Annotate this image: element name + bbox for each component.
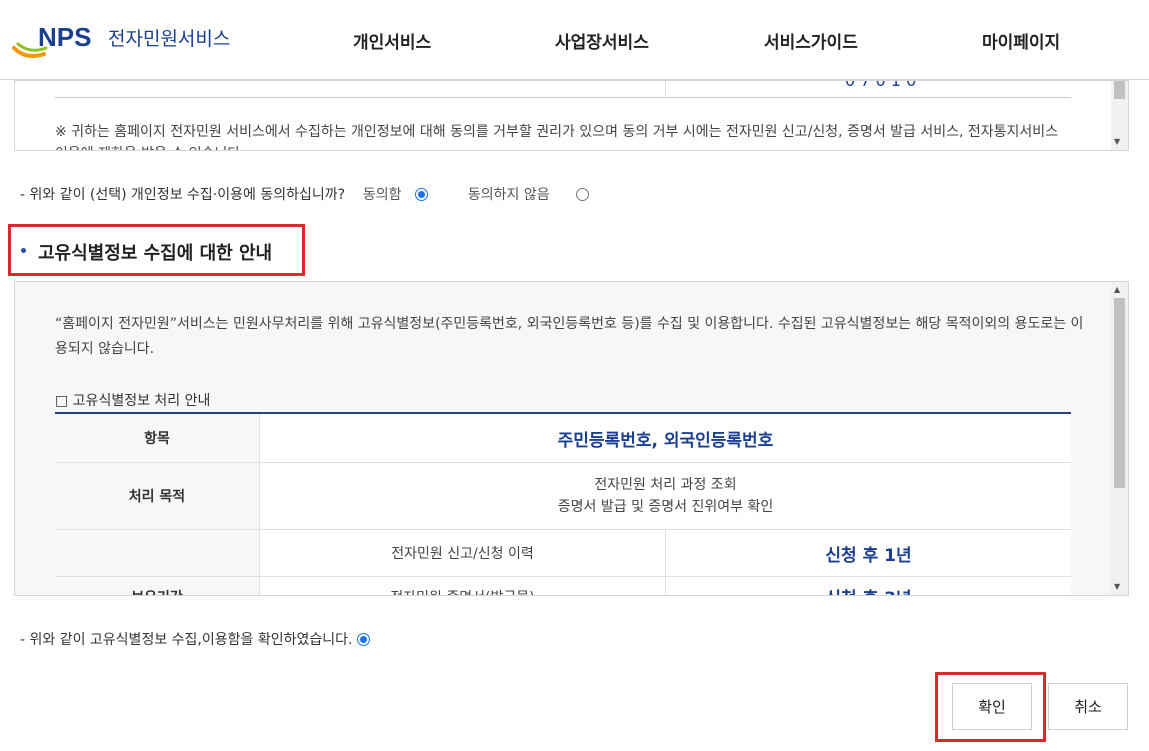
nav-business-service[interactable]: 사업장서비스 xyxy=(555,28,649,53)
confirm-radio[interactable] xyxy=(356,633,370,646)
scroll-up-icon[interactable]: ▲ xyxy=(1114,285,1120,295)
item-value: 주민등록번호, 외국인등록번호 xyxy=(557,430,774,451)
section-heading-highlight: 고유식별정보 수집에 대한 안내 xyxy=(8,224,305,276)
table-caption: □ 고유식별정보 처리 안내 xyxy=(55,393,211,409)
unique-id-info-scrollbox[interactable]: “홈페이지 전자민원”서비스는 민원사무처리를 위해 고유식별정보(주민등록번호… xyxy=(14,281,1129,596)
confirm-question: - 위와 같이 고유식별정보 수집,이용함을 확인하였습니다. xyxy=(20,632,353,648)
item-header: 항목 xyxy=(55,414,259,462)
nps-logo[interactable]: NPS 전자민원서비스 xyxy=(12,20,252,64)
retention-header-cell: 보유기간 xyxy=(55,577,259,596)
section-title: 고유식별정보 수집에 대한 안내 xyxy=(38,243,273,264)
purpose-cell: 전자민원 처리 과정 조회 증명서 발급 및 증명서 진위여부 확인 xyxy=(259,463,1071,529)
agree-radio[interactable] xyxy=(414,188,428,201)
privacy-consent-scrollbox[interactable]: 0 7 0 1 0 ※ 귀하는 홈페이지 전자민원 서비스에서 수집하는 개인정… xyxy=(14,80,1129,151)
scrollbar-thumb[interactable] xyxy=(1114,298,1125,488)
item-cell: 주민등록번호, 외국인등록번호 xyxy=(259,414,1071,462)
table-row: 처리 목적 전자민원 처리 과정 조회 증명서 발급 및 증명서 진위여부 확인 xyxy=(55,463,1071,530)
unique-id-confirm-row: - 위와 같이 고유식별정보 수집,이용함을 확인하였습니다. xyxy=(20,629,370,649)
table-row: 보유기간 전자민원 증명서(발급물) 신청 후 3년 xyxy=(55,577,1071,596)
purpose-line-2: 증명서 발급 및 증명서 진위여부 확인 xyxy=(557,499,774,515)
retention-header-cell xyxy=(55,530,259,576)
retention-period-2: 신청 후 3년 xyxy=(665,577,1071,595)
consent-question: - 위와 같이 (선택) 개인정보 수집·이용에 동의하십니까? xyxy=(20,187,346,203)
logo-service-name: 전자민원서비스 xyxy=(108,28,231,50)
scrollbar-thumb[interactable] xyxy=(1114,81,1125,99)
scroll-down-icon[interactable]: ▼ xyxy=(1114,137,1120,147)
nav-personal-service[interactable]: 개인서비스 xyxy=(353,28,431,53)
scrollbar[interactable]: ▼ xyxy=(1111,81,1128,150)
purpose-header: 처리 목적 xyxy=(55,463,259,529)
cancel-button[interactable]: 취소 xyxy=(1048,683,1128,730)
site-header: NPS 전자민원서비스 개인서비스 사업장서비스 서비스가이드 마이페이지 xyxy=(0,0,1149,80)
bullet-icon xyxy=(21,248,26,253)
retention-period-1: 신청 후 1년 xyxy=(665,530,1071,576)
disagree-radio[interactable] xyxy=(576,188,590,201)
table-row: 전자민원 신고/신청 이력 신청 후 1년 xyxy=(55,530,1071,577)
retention-label-1: 전자민원 신고/신청 이력 xyxy=(259,530,665,576)
confirm-button[interactable]: 확인 xyxy=(952,683,1032,730)
nav-service-guide[interactable]: 서비스가이드 xyxy=(764,28,858,53)
optional-consent-row: - 위와 같이 (선택) 개인정보 수집·이용에 동의하십니까? 동의함 동의하… xyxy=(20,184,590,204)
cell-divider xyxy=(665,81,666,97)
retention-label-2: 전자민원 증명서(발급물) xyxy=(259,577,665,595)
logo-brand: NPS xyxy=(38,22,92,52)
nav-my-page[interactable]: 마이페이지 xyxy=(982,28,1060,53)
partial-period-value: 0 7 0 1 0 xyxy=(845,80,917,90)
table-bottom-line xyxy=(55,97,1071,98)
agree-label[interactable]: 동의함 xyxy=(363,187,402,203)
scrollbar[interactable]: ▲ ▼ xyxy=(1111,282,1128,595)
purpose-line-1: 전자민원 처리 과정 조회 xyxy=(594,477,737,493)
refusal-notice: ※ 귀하는 홈페이지 전자민원 서비스에서 수집하는 개인정보에 대해 동의를 … xyxy=(55,124,1059,150)
retention-header: 보유기간 xyxy=(131,587,183,596)
table-row-partial: 0 7 0 1 0 xyxy=(55,81,1071,97)
disagree-label[interactable]: 동의하지 않음 xyxy=(468,187,550,203)
table-row: 항목 주민등록번호, 외국인등록번호 xyxy=(55,414,1071,463)
scroll-down-icon[interactable]: ▼ xyxy=(1114,582,1120,592)
unique-id-intro: “홈페이지 전자민원”서비스는 민원사무처리를 위해 고유식별정보(주민등록번호… xyxy=(55,316,1084,357)
